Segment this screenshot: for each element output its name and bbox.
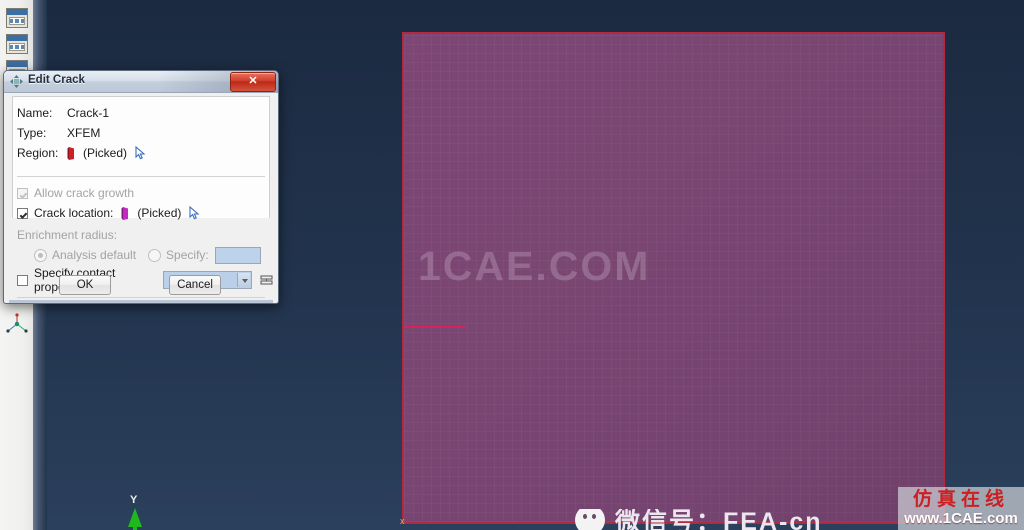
type-label: Type: [17, 126, 47, 140]
region-row: Region: (Picked) [17, 145, 146, 161]
dialog-bottom-strip [9, 300, 273, 303]
axis-triad: Y [118, 494, 168, 530]
enrichment-radius-options-row: Analysis default Specify: [34, 246, 261, 264]
region-value: (Picked) [83, 146, 128, 160]
watermark-1cae: 1CAE.COM [418, 243, 651, 289]
allow-crack-growth-label: Allow crack growth [34, 186, 135, 200]
specify-radius-label: Specify: [166, 248, 209, 262]
logo-chinese-text: 仿真在线 [912, 488, 1009, 510]
enrichment-radius-row: Enrichment radius: [17, 227, 117, 243]
specify-radius-input[interactable] [214, 246, 261, 264]
crack-location-label: Crack location: [34, 206, 114, 220]
enrichment-radius-label: Enrichment radius: [17, 228, 118, 242]
axis-y-label: Y [130, 494, 138, 506]
cancel-button[interactable]: Cancel [169, 275, 221, 295]
name-label: Name: [17, 106, 53, 120]
move-diamond-icon [9, 74, 24, 89]
panel-icon-2[interactable] [6, 34, 28, 54]
dialog-button-row: OK Cancel [9, 275, 273, 297]
analysis-default-radio[interactable] [34, 248, 47, 262]
site-logo: 仿真在线 www.1CAE.com [898, 487, 1024, 530]
node-triad-icon[interactable] [5, 312, 29, 336]
panel-icon-3-title [7, 61, 27, 67]
axis-y-arrow-icon [128, 508, 142, 530]
panel-icon-1-title [7, 9, 27, 15]
corner-marker: x [400, 516, 405, 526]
crack-location-value: (Picked) [137, 206, 182, 220]
analysis-default-label: Analysis default [52, 248, 137, 262]
edit-crack-dialog: Edit Crack ✕ Name: Crack-1 Type: XFEM Re… [3, 70, 279, 304]
type-row: Type: XFEM [17, 125, 100, 141]
name-value: Crack-1 [67, 106, 110, 120]
wechat-face-icon [575, 509, 605, 530]
crack-location-pick-cursor-icon[interactable] [189, 205, 200, 220]
panel-icon-2-cells [10, 45, 24, 49]
crack-location-row[interactable]: Crack location: (Picked) [17, 205, 200, 221]
specify-radius-radio[interactable] [148, 248, 162, 262]
crack-location-icon [121, 206, 130, 221]
dialog-body: Name: Crack-1 Type: XFEM Region: (Picked… [9, 94, 273, 299]
pick-cursor-icon[interactable] [135, 145, 146, 160]
panel-icon-1-cells [10, 19, 24, 23]
allow-crack-growth-checkbox[interactable] [17, 187, 28, 199]
region-label: Region: [17, 146, 59, 160]
close-button[interactable]: ✕ [230, 72, 276, 92]
name-row: Name: Crack-1 [17, 105, 109, 121]
button-separator [17, 297, 265, 298]
wechat-text: 微信号：FEA-cn [615, 509, 823, 530]
application-window: x 1CAE.COM 微信号：FEA-cn 仿真在线 www.1CAE.com … [0, 0, 1024, 530]
crack-location-checkbox[interactable] [17, 207, 28, 219]
type-value: XFEM [67, 126, 101, 140]
crack-line [404, 326, 466, 328]
panel-separator [17, 176, 265, 177]
crack-region-icon [67, 146, 76, 161]
ok-button[interactable]: OK [59, 275, 111, 295]
panel-icon-1[interactable] [6, 8, 28, 28]
allow-crack-growth-row[interactable]: Allow crack growth [17, 185, 134, 201]
logo-url-text: www.1CAE.com [904, 510, 1018, 527]
dialog-title: Edit Crack [28, 74, 85, 86]
wechat-banner: 微信号：FEA-cn [575, 509, 823, 530]
dialog-titlebar[interactable]: Edit Crack ✕ [4, 71, 278, 93]
panel-icon-2-title [7, 35, 27, 41]
